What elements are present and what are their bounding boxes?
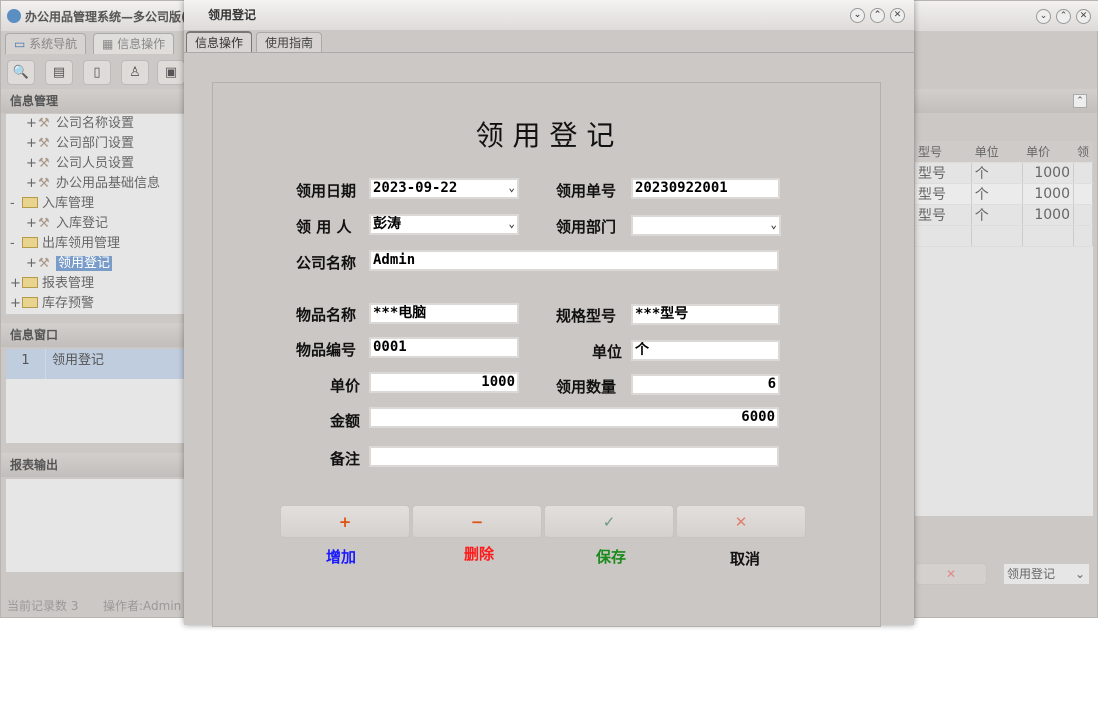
tree-item-report-mgmt[interactable]: +报表管理 (10, 274, 94, 294)
dept-label: 领用部门 (556, 216, 616, 237)
maximize-button[interactable]: ⌃ (1056, 9, 1071, 24)
tree-item-company-dept[interactable]: +⚒公司部门设置 (26, 134, 134, 154)
chevron-down-icon: ⌄ (508, 216, 515, 232)
tab-system-nav[interactable]: ▭ 系统导航 (5, 33, 86, 54)
tab-usage-guide[interactable]: 使用指南 (256, 32, 322, 53)
price-label: 单价 (330, 375, 360, 396)
person-label: 领 用 人 (296, 216, 351, 237)
save-button[interactable]: ✓ (544, 505, 674, 538)
delete-button[interactable]: − (412, 505, 542, 538)
tree-item-inbound-reg[interactable]: +⚒入库登记 (26, 214, 108, 234)
tree-item-requisition-reg[interactable]: +⚒领用登记 (26, 254, 112, 274)
delete-label[interactable]: 删除 (414, 543, 544, 564)
spec-label: 规格型号 (556, 305, 616, 326)
folder-icon (22, 297, 38, 308)
tool-icon: ⚒ (38, 134, 56, 154)
info-window-header: 信息窗口 (1, 323, 185, 347)
tree-item-inbound-mgmt[interactable]: -入库管理 (10, 194, 94, 214)
record-count: 当前记录数 3 (7, 597, 78, 614)
user-tool-button[interactable]: ♙ (121, 60, 149, 85)
data-grid: 型号单位单价领 型号个1000 型号个1000 型号个1000 (915, 141, 1093, 516)
tool-icon: ⚒ (38, 174, 56, 194)
price-input[interactable]: 1000 (369, 372, 519, 393)
spec-input[interactable]: ***型号 (631, 304, 780, 325)
remark-input[interactable] (369, 446, 779, 467)
form-heading: 领 用 登 记 (184, 114, 906, 154)
grid-icon: ▦ (102, 37, 117, 51)
tool-icon: ⚒ (38, 214, 56, 234)
qty-input[interactable]: 6 (631, 374, 780, 395)
unit-input[interactable]: 个 (631, 340, 780, 361)
table-row[interactable]: 型号个1000 (915, 162, 1093, 183)
folder-icon (22, 277, 38, 288)
amount-label: 金额 (330, 410, 360, 431)
tool-icon: ⚒ (38, 154, 56, 174)
dept-select[interactable]: ⌄ (631, 215, 781, 236)
unit-label: 单位 (592, 341, 622, 362)
chevron-down-icon: ⌄ (508, 180, 515, 196)
tree-item-company-name[interactable]: +⚒公司名称设置 (26, 114, 134, 134)
tab-dialog-info-ops[interactable]: 信息操作 (186, 31, 252, 52)
amount-input[interactable]: 6000 (369, 407, 779, 428)
dialog-minimize-button[interactable]: ⌄ (850, 8, 865, 23)
close-button[interactable]: ✕ (1076, 9, 1091, 24)
tree-item-company-staff[interactable]: +⚒公司人员设置 (26, 154, 134, 174)
dialog-maximize-button[interactable]: ⌃ (870, 8, 885, 23)
tool-icon: ⚒ (38, 114, 56, 134)
report-output-area (6, 479, 185, 572)
date-label: 领用日期 (296, 180, 356, 201)
close-icon: ✕ (735, 513, 748, 531)
cancel-label[interactable]: 取消 (680, 548, 810, 569)
cancel-button[interactable]: ✕ (676, 505, 806, 538)
cancel-icon-button[interactable]: ✕ (915, 563, 987, 585)
check-icon: ✓ (603, 513, 616, 531)
minimize-button[interactable]: ⌄ (1036, 9, 1051, 24)
form-select[interactable]: 领用登记⌄ (1004, 564, 1089, 584)
dialog-title-bar: 领用登记 ⌄ ⌃ ✕ (184, 0, 914, 30)
info-window-list: 1 领用登记 (6, 349, 185, 443)
item-name-input[interactable]: ***电脑 (369, 303, 519, 324)
qty-label: 领用数量 (556, 376, 616, 397)
order-no-input[interactable]: 20230922001 (631, 178, 780, 199)
operator: 操作者:Admin (103, 597, 181, 614)
dialog-close-button[interactable]: ✕ (890, 8, 905, 23)
list-item[interactable]: 1 领用登记 (6, 349, 185, 379)
monitor-icon: ▭ (14, 37, 29, 51)
company-input[interactable]: Admin (369, 250, 779, 271)
date-picker[interactable]: 2023-09-22⌄ (369, 178, 519, 199)
screen-tool-button[interactable]: ▣ (157, 60, 185, 85)
folder-icon (22, 197, 38, 208)
list-tool-button[interactable]: ▤ (45, 60, 73, 85)
item-name-label: 物品名称 (296, 304, 356, 325)
report-output-header: 报表输出 (1, 453, 185, 477)
add-button[interactable]: + (280, 505, 410, 538)
nav-tree: +⚒公司名称设置 +⚒公司部门设置 +⚒公司人员设置 +⚒办公用品基础信息 -入… (6, 114, 184, 314)
tool-icon: ⚒ (38, 254, 56, 274)
chevron-down-icon: ⌄ (1075, 564, 1085, 584)
item-code-label: 物品编号 (296, 339, 356, 360)
collapse-up-icon[interactable]: ⌃ (1073, 94, 1087, 108)
search-tool-button[interactable]: 🔍 (7, 60, 35, 85)
remark-label: 备注 (330, 448, 360, 469)
item-code-input[interactable]: 0001 (369, 337, 519, 358)
tree-item-stock-alert[interactable]: +库存预警 (10, 294, 94, 314)
tree-item-outbound-mgmt[interactable]: -出库领用管理 (10, 234, 120, 254)
person-select[interactable]: 彭涛⌄ (369, 214, 519, 235)
tab-info-ops[interactable]: ▦ 信息操作 (93, 33, 174, 54)
add-label[interactable]: 增加 (276, 546, 406, 567)
minus-icon: − (471, 513, 484, 531)
document-tool-button[interactable]: ▯ (83, 60, 111, 85)
app-logo-icon (7, 9, 21, 23)
company-label: 公司名称 (296, 252, 356, 273)
table-row[interactable]: 型号个1000 (915, 204, 1093, 225)
folder-icon (22, 237, 38, 248)
order-no-label: 领用单号 (556, 180, 616, 201)
plus-icon: + (339, 513, 352, 531)
table-row[interactable]: 型号个1000 (915, 183, 1093, 204)
chevron-down-icon: ⌄ (770, 217, 777, 233)
save-label[interactable]: 保存 (546, 546, 676, 567)
app-title: 办公用品管理系统—多公司版(非 (25, 8, 199, 25)
tree-item-supplies-base[interactable]: +⚒办公用品基础信息 (26, 174, 160, 194)
